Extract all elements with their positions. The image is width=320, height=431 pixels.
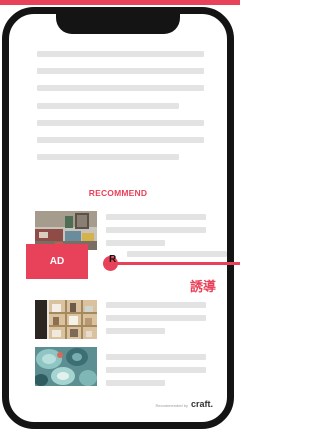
article-text-line (37, 51, 204, 57)
article-text-line (37, 154, 179, 160)
recommend-item-text-line (106, 227, 206, 233)
recommend-item-text-line (106, 328, 165, 334)
recommend-credit[interactable]: Recommended by craft. (156, 399, 213, 409)
ad-text-line (127, 251, 227, 257)
article-text-line (37, 120, 204, 126)
article-text-line (37, 68, 204, 74)
recommend-item-text-line (106, 214, 206, 220)
article-text-line (37, 103, 179, 109)
recommend-item-text-line (106, 240, 165, 246)
credit-brand-logo: craft. (190, 399, 213, 409)
recommend-item-text-line (106, 315, 206, 321)
top-accent-bar (0, 0, 240, 5)
phone-notch (56, 14, 180, 34)
recommend-item-text-line (106, 367, 206, 373)
recommend-item-text-line (106, 380, 165, 386)
recommend-heading: RECOMMEND (88, 188, 148, 198)
article-text-line (37, 137, 204, 143)
recommend-item-text-line (106, 354, 206, 360)
callout-marker-label: R (109, 254, 117, 265)
ad-slot[interactable]: AD (26, 244, 88, 279)
recommend-thumbnail-wooden-shelf[interactable] (35, 300, 97, 339)
callout-guidance-label: 誘導 (190, 279, 217, 294)
credit-prefix: Recommended by (155, 403, 188, 408)
callout-connector-line (104, 262, 240, 265)
recommend-item-text-line (106, 302, 206, 308)
phone-mockup: RECOMMEND Recommended by craft. (2, 7, 234, 429)
recommend-thumbnail-teal-tableware[interactable] (35, 347, 97, 386)
article-text-line (37, 85, 204, 91)
